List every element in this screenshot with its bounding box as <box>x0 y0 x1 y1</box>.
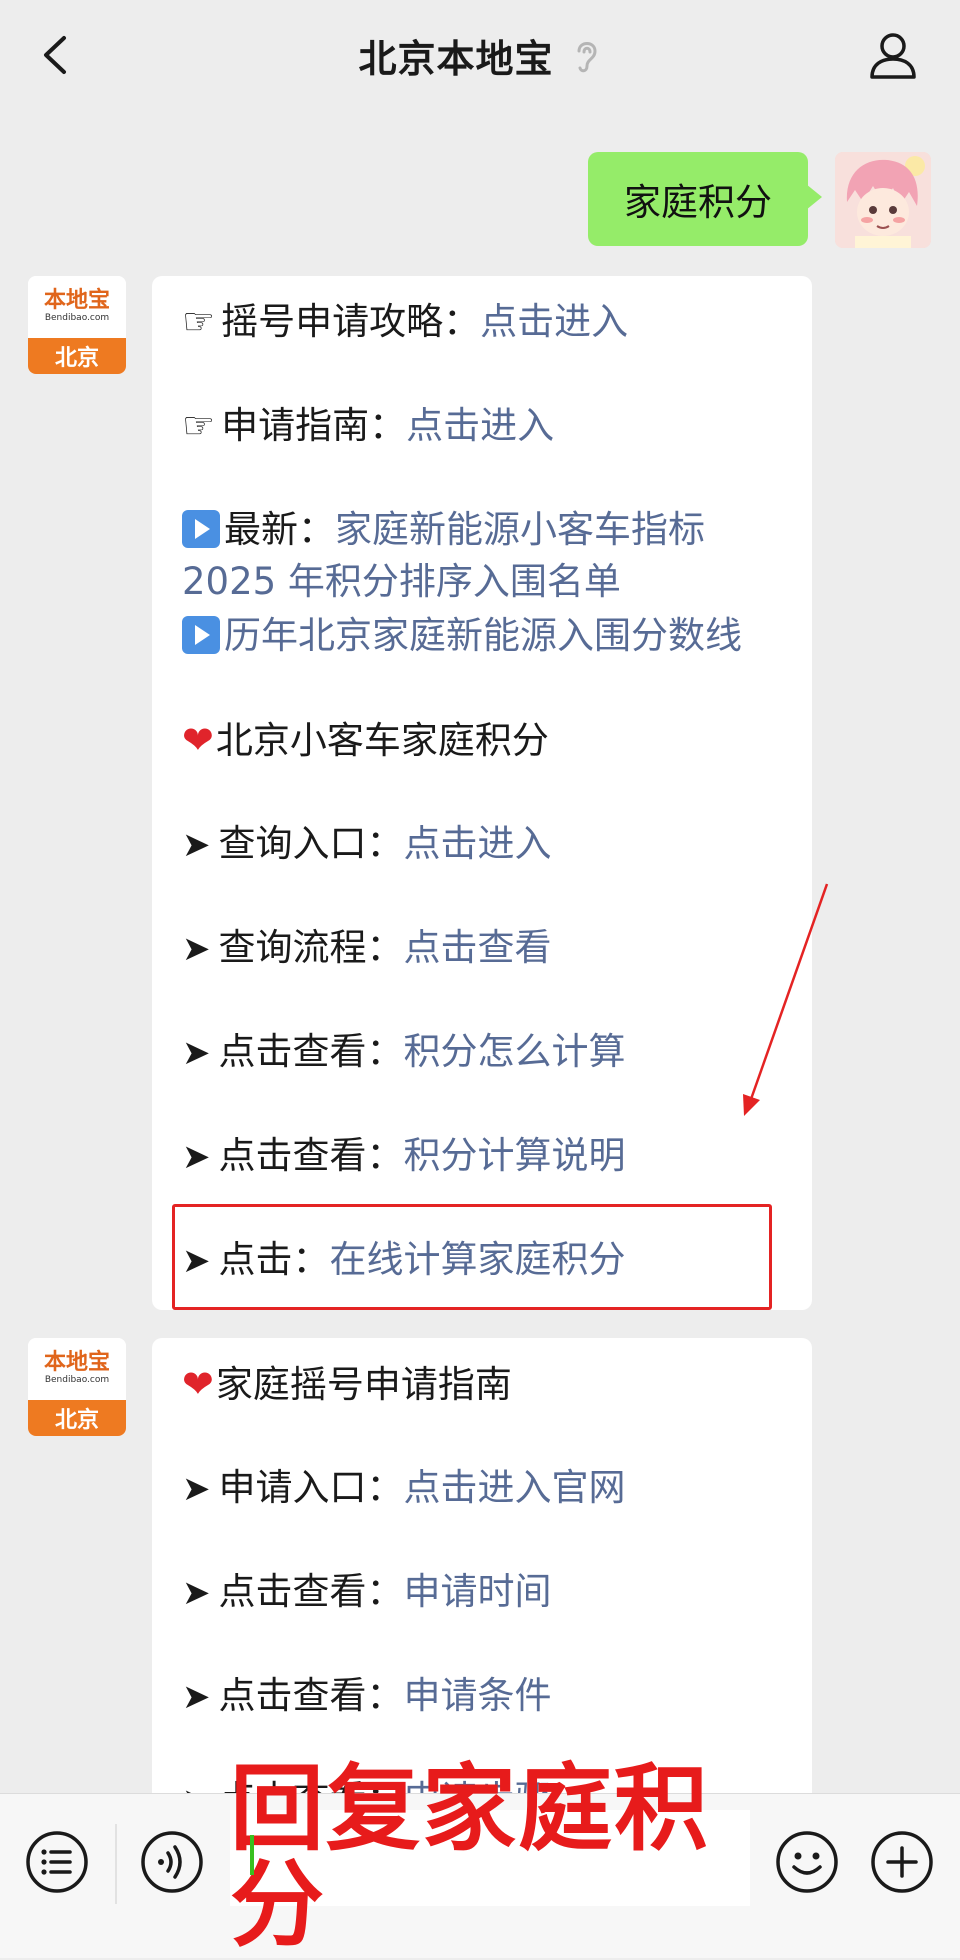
bot-message-bubble: ☞ 摇号申请攻略：点击进入 ☞ 申请指南：点击进入 最新：家庭新能源小客车指标 20… <box>152 276 812 1310</box>
item-label: 申请指南： <box>221 404 407 447</box>
bot-avatar-logo: 本地宝 Bendibao.com <box>28 1338 126 1398</box>
arrow-right-icon: ➤ <box>182 1137 211 1177</box>
heart-icon: ❤ <box>182 1362 214 1406</box>
list-item: ➤ 点击查看：积分计算说明 <box>182 1130 626 1183</box>
list-item: 最新：家庭新能源小客车指标 <box>182 504 705 556</box>
bot-avatar-logo: 本地宝 Bendibao.com <box>28 276 126 336</box>
chat-title-group: 北京本地宝 <box>358 28 601 83</box>
annotation-arrow-icon <box>743 883 829 1116</box>
list-item: ➤ 点击查看：积分怎么计算 <box>182 1026 626 1079</box>
link-text[interactable]: 积分计算说明 <box>404 1134 626 1177</box>
arrow-right-icon: ➤ <box>182 1677 211 1717</box>
link-text[interactable]: 2025 年积分排序入围名单 <box>182 560 621 603</box>
top-bar: 北京本地宝 <box>0 0 960 110</box>
user-message-text: 家庭积分 <box>624 181 772 224</box>
voice-icon[interactable] <box>139 1829 205 1895</box>
divider <box>115 1824 117 1904</box>
list-item: ➤ 点击查看：申请条件 <box>182 1670 552 1723</box>
section-heading: ❤家庭摇号申请指南 <box>182 1358 512 1411</box>
pointing-hand-icon: ☞ <box>182 404 216 447</box>
item-label: 查询流程： <box>218 926 404 969</box>
list-item: ➤ 申请入口：点击进入官网 <box>182 1462 626 1515</box>
link-text[interactable]: 积分怎么计算 <box>404 1030 626 1073</box>
arrow-right-icon: ➤ <box>182 929 211 969</box>
item-label: 家庭摇号申请指南 <box>215 1363 512 1406</box>
item-label: 申请入口： <box>218 1466 404 1509</box>
link-text[interactable]: 点击进入官网 <box>404 1466 626 1509</box>
play-icon <box>182 616 220 654</box>
bot-avatar-city: 北京 <box>28 338 126 374</box>
item-label: 点击查看： <box>218 1570 404 1613</box>
chat-title: 北京本地宝 <box>358 36 554 81</box>
bot-avatar-city: 北京 <box>28 1400 126 1436</box>
person-icon[interactable] <box>866 28 920 82</box>
item-label: 点击查看： <box>218 1674 404 1717</box>
menu-list-icon[interactable] <box>24 1829 90 1895</box>
emoji-icon[interactable] <box>774 1829 840 1895</box>
link-text[interactable]: 历年北京家庭新能源入围分数线 <box>224 614 742 657</box>
play-icon <box>182 510 220 548</box>
list-item: ☞ 申请指南：点击进入 <box>182 400 554 452</box>
item-label: 点击查看： <box>218 1030 404 1073</box>
pointing-hand-icon: ☞ <box>182 300 216 343</box>
item-label: 最新： <box>224 508 335 551</box>
list-item: 2025 年积分排序入围名单 <box>182 556 621 608</box>
arrow-right-icon: ➤ <box>182 1573 211 1613</box>
arrow-right-icon: ➤ <box>182 1469 211 1509</box>
text-cursor <box>250 1835 254 1875</box>
link-text[interactable]: 点击进入 <box>404 822 552 865</box>
link-text[interactable]: 点击进入 <box>406 404 554 447</box>
bot-avatar[interactable]: 本地宝 Bendibao.com 北京 <box>28 276 126 374</box>
link-text[interactable]: 家庭新能源小客车指标 <box>335 508 705 551</box>
arrow-right-icon: ➤ <box>182 825 211 865</box>
arrow-right-icon: ➤ <box>182 1033 211 1073</box>
chevron-left-icon[interactable] <box>36 30 76 80</box>
highlight-box <box>172 1204 772 1310</box>
bot-avatar-site-text: Bendibao.com <box>44 313 110 323</box>
bot-avatar-logo-text: 本地宝 <box>43 287 110 313</box>
item-label: 查询入口： <box>218 822 404 865</box>
item-label: 北京小客车家庭积分 <box>215 719 549 762</box>
link-text[interactable]: 点击查看 <box>404 926 552 969</box>
list-item: ➤ 点击查看：申请时间 <box>182 1566 552 1619</box>
section-heading: ❤北京小客车家庭积分 <box>182 714 549 767</box>
user-avatar-image <box>835 152 931 248</box>
link-text[interactable]: 点击进入 <box>480 300 628 343</box>
list-item: ➤ 查询流程：点击查看 <box>182 922 552 975</box>
list-item: ➤ 查询入口：点击进入 <box>182 818 552 871</box>
ear-icon <box>577 42 597 73</box>
item-label: 点击查看： <box>218 1134 404 1177</box>
reply-keyword-text: 回复家庭积分 <box>230 1755 711 1960</box>
link-text[interactable]: 申请时间 <box>404 1570 552 1613</box>
item-label: 摇号申请攻略： <box>221 300 481 343</box>
reply-keyword-banner: 回复家庭积分 <box>230 1762 750 1954</box>
user-message-bubble: 家庭积分 <box>588 152 822 246</box>
bot-avatar-site-text: Bendibao.com <box>44 1375 110 1385</box>
heart-icon: ❤ <box>182 718 214 762</box>
bot-avatar[interactable]: 本地宝 Bendibao.com 北京 <box>28 1338 126 1436</box>
list-item: ☞ 摇号申请攻略：点击进入 <box>182 296 628 348</box>
list-item: 历年北京家庭新能源入围分数线 <box>182 610 742 662</box>
user-avatar[interactable] <box>835 152 931 248</box>
link-text[interactable]: 申请条件 <box>404 1674 552 1717</box>
plus-icon[interactable] <box>869 1829 935 1895</box>
bot-avatar-logo-text: 本地宝 <box>43 1349 110 1375</box>
